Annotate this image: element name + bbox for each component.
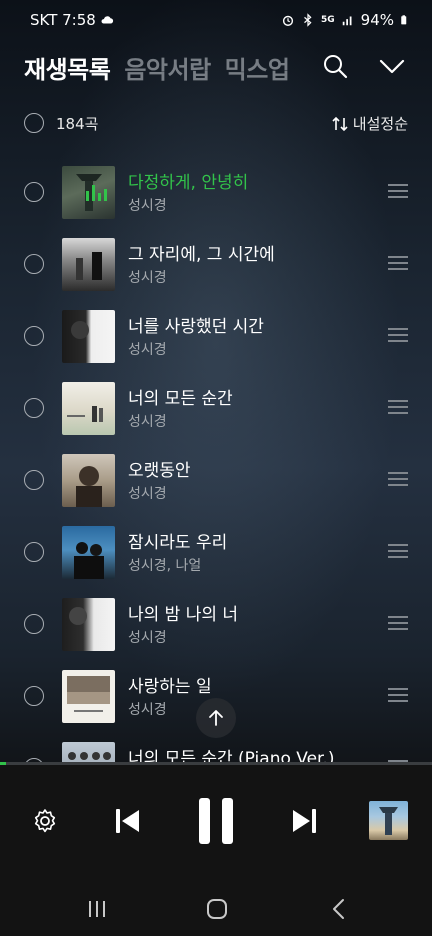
status-left: SKT 7:58: [30, 11, 114, 29]
track-select-checkbox[interactable]: [24, 398, 44, 418]
header-tabs: 재생목록 음악서랍 믹스업: [24, 50, 290, 85]
track-row[interactable]: 그 자리에, 그 시간에 성시경: [0, 228, 432, 300]
track-title: 오랫동안: [128, 461, 191, 481]
skip-next-icon: [293, 809, 316, 833]
track-select-checkbox[interactable]: [24, 182, 44, 202]
track-title: 다정하게, 안녕히: [128, 173, 249, 193]
track-select-checkbox[interactable]: [24, 470, 44, 490]
album-cover: [62, 238, 115, 291]
drag-handle-icon[interactable]: [388, 544, 408, 560]
pause-button[interactable]: [196, 796, 236, 846]
gear-icon: [34, 809, 56, 833]
pause-icon: [199, 798, 233, 844]
sort-label: 내설정순: [352, 115, 408, 133]
bluetooth-icon: [304, 13, 312, 27]
list-header: 184곡 내설정순: [24, 110, 408, 138]
album-art-figure: [74, 542, 104, 579]
signal-icon: [342, 16, 352, 26]
track-select-checkbox[interactable]: [24, 326, 44, 346]
track-row[interactable]: 너를 사랑했던 시간 성시경: [0, 300, 432, 372]
alarm-icon: [282, 15, 294, 26]
track-title: 너의 모든 순간: [128, 389, 233, 409]
album-art-figure: [76, 252, 102, 280]
drag-handle-icon[interactable]: [388, 328, 408, 344]
album-art-figure: [379, 807, 398, 835]
track-select-checkbox[interactable]: [24, 254, 44, 274]
system-nav-bar: [0, 885, 432, 936]
tab-music-drawer[interactable]: 음악서랍: [124, 50, 211, 85]
track-select-checkbox[interactable]: [24, 686, 44, 706]
next-button[interactable]: [290, 805, 320, 837]
track-artist: 성시경, 나얼: [128, 558, 202, 574]
track-row[interactable]: 다정하게, 안녕히 성시경: [0, 156, 432, 228]
album-cover: [62, 526, 115, 579]
chevron-down-icon[interactable]: [378, 52, 406, 80]
track-title: 너의 모든 순간 (Piano Ver.): [128, 749, 335, 762]
track-select-checkbox[interactable]: [24, 542, 44, 562]
track-title: 사랑하는 일: [128, 677, 212, 697]
battery-percent: 94%: [360, 11, 394, 29]
sort-button[interactable]: 내설정순: [331, 113, 408, 134]
track-artist: 성시경: [128, 342, 167, 358]
sort-icon: [332, 116, 348, 131]
network-label: 5G: [321, 15, 335, 25]
battery-icon: [401, 15, 407, 25]
album-cover: [62, 454, 115, 507]
album-cover: [62, 310, 115, 363]
drag-handle-icon[interactable]: [388, 688, 408, 704]
track-row[interactable]: 나의 밤 나의 너 성시경: [0, 588, 432, 660]
track-artist: 성시경: [128, 414, 167, 430]
scroll-to-top-button[interactable]: [196, 698, 236, 738]
track-list: 다정하게, 안녕히 성시경 그 자리에, 그 시간에 성시경 너를 사랑했던 시…: [0, 156, 432, 762]
now-playing-equalizer-icon: [86, 185, 107, 201]
drag-handle-icon[interactable]: [388, 256, 408, 272]
track-artist: 성시경: [128, 486, 167, 502]
back-icon[interactable]: [330, 898, 348, 920]
album-art-figure: [68, 752, 111, 760]
album-art-figure: [67, 406, 103, 422]
album-art-figure: [76, 466, 102, 507]
album-cover: [62, 742, 115, 762]
home-icon[interactable]: [206, 898, 228, 920]
recent-apps-icon[interactable]: [86, 899, 108, 919]
tab-mixup[interactable]: 믹스업: [225, 50, 290, 85]
track-title: 나의 밤 나의 너: [128, 605, 239, 625]
album-cover: [62, 382, 115, 435]
track-select-checkbox[interactable]: [24, 614, 44, 634]
carrier-time: SKT 7:58: [30, 11, 96, 29]
now-playing-album-cover[interactable]: [369, 801, 408, 840]
album-cover: [62, 598, 115, 651]
drag-handle-icon[interactable]: [388, 616, 408, 632]
track-artist: 성시경: [128, 198, 167, 214]
album-cover: [62, 670, 115, 723]
track-artist: 성시경: [128, 270, 167, 286]
search-icon[interactable]: [321, 52, 349, 80]
album-art-figure: [69, 607, 87, 625]
track-count: 184곡: [56, 115, 99, 133]
status-bar: SKT 7:58 5G 94%: [0, 0, 432, 40]
track-row[interactable]: 오랫동안 성시경: [0, 444, 432, 516]
settings-button[interactable]: [30, 806, 60, 836]
track-row[interactable]: 너의 모든 순간 성시경: [0, 372, 432, 444]
arrow-up-icon: [209, 710, 223, 726]
select-all-checkbox[interactable]: [24, 113, 44, 133]
album-art-figure: [67, 676, 110, 712]
tab-playlist[interactable]: 재생목록: [24, 50, 111, 85]
track-title: 너를 사랑했던 시간: [128, 317, 264, 337]
album-art-figure: [71, 321, 89, 339]
track-title: 잠시라도 우리: [128, 533, 228, 553]
status-right: 5G 94%: [281, 11, 410, 29]
drag-handle-icon[interactable]: [388, 472, 408, 488]
track-artist: 성시경: [128, 702, 167, 718]
track-title: 그 자리에, 그 시간에: [128, 245, 275, 265]
cloud-icon: [101, 16, 113, 24]
track-row[interactable]: 잠시라도 우리 성시경, 나얼: [0, 516, 432, 588]
skip-previous-icon: [116, 809, 139, 833]
track-artist: 성시경: [128, 630, 167, 646]
drag-handle-icon[interactable]: [388, 400, 408, 416]
drag-handle-icon[interactable]: [388, 184, 408, 200]
previous-button[interactable]: [112, 805, 142, 837]
